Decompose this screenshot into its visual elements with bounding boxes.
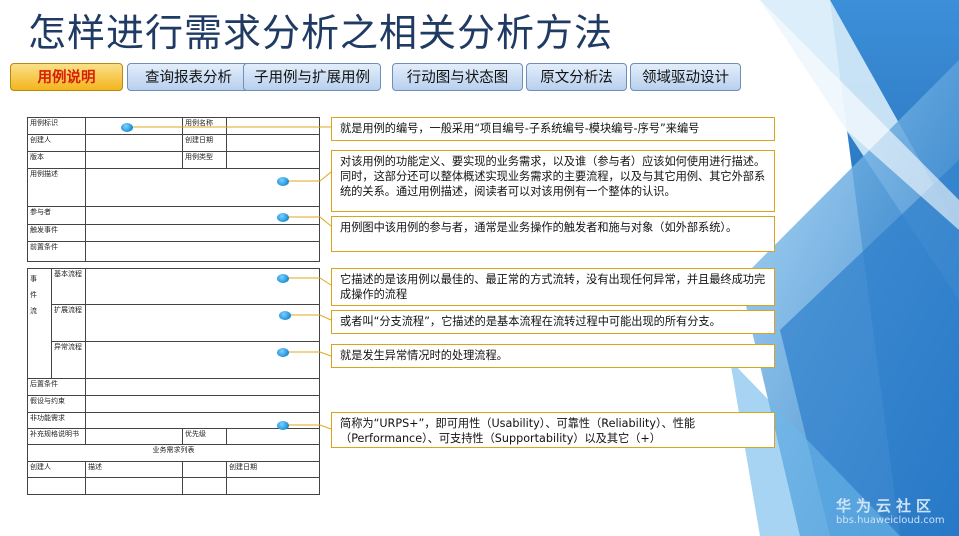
- field-value: [85, 341, 320, 379]
- field-value: [85, 395, 320, 413]
- field-label: 后置条件: [27, 378, 86, 396]
- column-header: 创建人: [27, 461, 86, 478]
- note-basic-flow: 它描述的是该用例以最佳的、最正常的方式流转，没有出现任何异常，并且最终成功完成操…: [331, 268, 775, 306]
- callout-dot: [277, 421, 289, 430]
- field-value: [226, 151, 320, 169]
- field-label: 创建人: [27, 134, 86, 152]
- field-value: [85, 151, 183, 169]
- tab-report-query-analysis[interactable]: 查询报表分析: [127, 63, 250, 91]
- field-label: 用例描述: [27, 168, 86, 207]
- column-header: 创建日期: [226, 461, 320, 478]
- business-list-header: 业务需求列表: [27, 444, 320, 462]
- callout-dot: [277, 274, 289, 283]
- table-cell: [226, 477, 320, 495]
- field-label: 前置条件: [27, 241, 86, 262]
- field-label: 参与者: [27, 206, 86, 225]
- tab-domain-driven-design[interactable]: 领域驱动设计: [630, 63, 741, 91]
- field-label: 创建日期: [182, 134, 227, 152]
- field-value: [85, 378, 320, 396]
- field-label: 异常流程: [51, 341, 86, 379]
- field-label: 假设与约束: [27, 395, 86, 413]
- field-label: 优先级: [182, 428, 227, 445]
- field-value: [226, 428, 320, 445]
- field-label: 补充规格说明书: [27, 428, 86, 445]
- callout-dot: [277, 348, 289, 357]
- field-value: [85, 168, 320, 207]
- watermark-url: bbs.huaweicloud.com: [836, 515, 945, 526]
- field-value: [226, 117, 320, 135]
- field-label: 非功能需求: [27, 412, 86, 429]
- use-case-form: 用例标识 用例名称 创建人 创建日期 版本 用例类型 用例描述 参与者 触发事件: [27, 117, 320, 505]
- table-cell: [85, 477, 183, 495]
- field-value: [85, 224, 320, 242]
- table-cell: [27, 477, 86, 495]
- page-title: 怎样进行需求分析之相关分析方法: [28, 11, 614, 55]
- field-label: 基本流程: [51, 268, 86, 305]
- callout-dot: [121, 123, 133, 132]
- field-label: 用例标识: [27, 117, 86, 135]
- event-flow-label: 事 件 流: [27, 268, 52, 379]
- field-value: [226, 134, 320, 152]
- field-value: [85, 117, 183, 135]
- event-flow-char: 流: [30, 307, 37, 315]
- tab-sub-use-case[interactable]: 子用例与扩展用例: [243, 63, 381, 91]
- note-exception-flow: 就是发生异常情况时的处理流程。: [331, 344, 775, 368]
- field-label: 扩展流程: [51, 304, 86, 342]
- field-label: 版本: [27, 151, 86, 169]
- callout-dot: [277, 213, 289, 222]
- callout-dot: [277, 177, 289, 186]
- event-flow-char: 件: [30, 291, 37, 299]
- note-actor: 用例图中该用例的参与者，通常是业务操作的触发者和施与对象（如外部系统）。: [331, 216, 775, 252]
- note-use-case-id: 就是用例的编号，一般采用“项目编号-子系统编号-模块编号-序号”来编号: [331, 117, 775, 141]
- field-value: [85, 241, 320, 262]
- event-flow-char: 事: [30, 275, 37, 283]
- field-label: 用例名称: [182, 117, 227, 135]
- field-value: [85, 428, 183, 445]
- tab-text-analysis[interactable]: 原文分析法: [526, 63, 627, 91]
- note-use-case-description: 对该用例的功能定义、要实现的业务需求，以及谁（参与者）应该如何使用进行描述。同时…: [331, 150, 775, 212]
- column-header: [182, 461, 227, 478]
- note-nonfunctional: 简称为“URPS+”，即可用性（Usability）、可靠性（Reliabili…: [331, 412, 775, 448]
- column-header: 描述: [85, 461, 183, 478]
- field-label: 触发事件: [27, 224, 86, 242]
- field-label: 用例类型: [182, 151, 227, 169]
- table-cell: [182, 477, 227, 495]
- use-case-flow-table: 事 件 流 基本流程 扩展流程 异常流程 后置条件 假设与约束 非功能需求 补充…: [27, 268, 320, 495]
- watermark-logo: 华为云社区: [836, 497, 937, 515]
- tab-use-case-spec[interactable]: 用例说明: [10, 63, 123, 91]
- tab-activity-state-diagram[interactable]: 行动图与状态图: [392, 63, 523, 91]
- use-case-header-table: 用例标识 用例名称 创建人 创建日期 版本 用例类型 用例描述 参与者 触发事件: [27, 117, 320, 262]
- field-value: [85, 134, 183, 152]
- callout-dot: [279, 311, 291, 320]
- note-extended-flow: 或者叫“分支流程”，它描述的是基本流程在流转过程中可能出现的所有分支。: [331, 310, 775, 334]
